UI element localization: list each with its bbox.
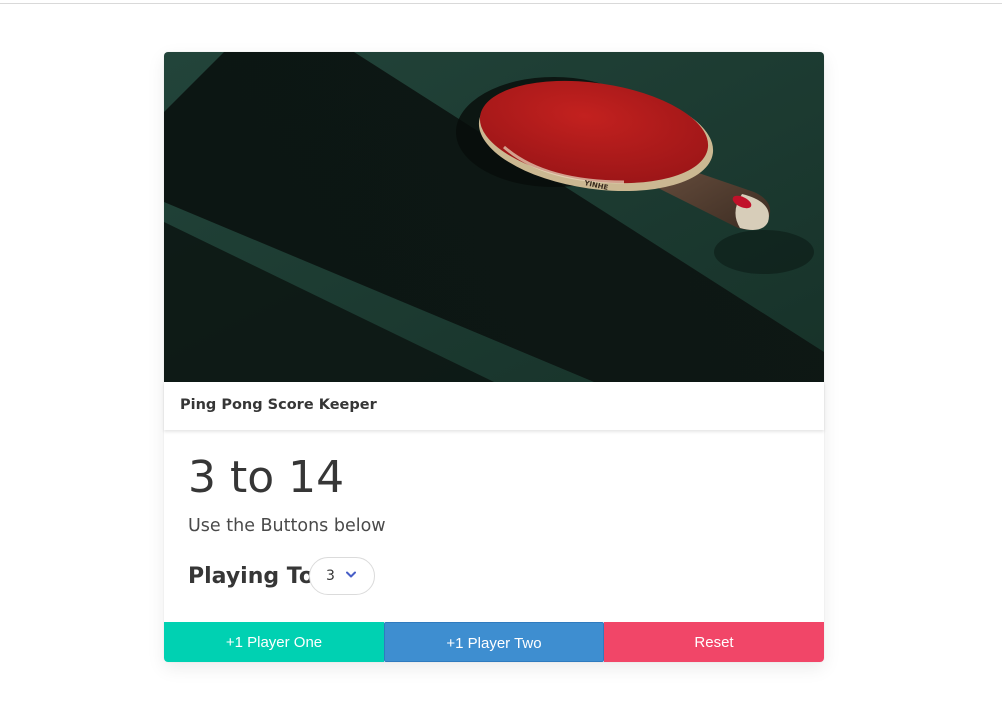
browser-top-rule bbox=[0, 0, 1002, 4]
add-point-player-two-button[interactable]: +1 Player Two bbox=[384, 622, 604, 662]
score-display: 3 to 14 bbox=[188, 452, 345, 503]
playing-to-select[interactable]: 3 bbox=[309, 557, 375, 595]
chevron-down-icon bbox=[346, 571, 356, 578]
card-header: Ping Pong Score Keeper bbox=[164, 382, 824, 430]
score-keeper-card: YINHE Ping Pong Score Keeper 3 to 14 Use… bbox=[164, 52, 824, 662]
ping-pong-paddle-image: YINHE bbox=[164, 52, 824, 382]
playing-to-label: Playing To bbox=[188, 564, 314, 589]
playing-to-selected-value: 3 bbox=[326, 568, 335, 584]
reset-button[interactable]: Reset bbox=[604, 622, 824, 662]
score-subtitle: Use the Buttons below bbox=[188, 516, 386, 536]
card-title: Ping Pong Score Keeper bbox=[180, 397, 377, 413]
add-point-player-one-button[interactable]: +1 Player One bbox=[164, 622, 384, 662]
